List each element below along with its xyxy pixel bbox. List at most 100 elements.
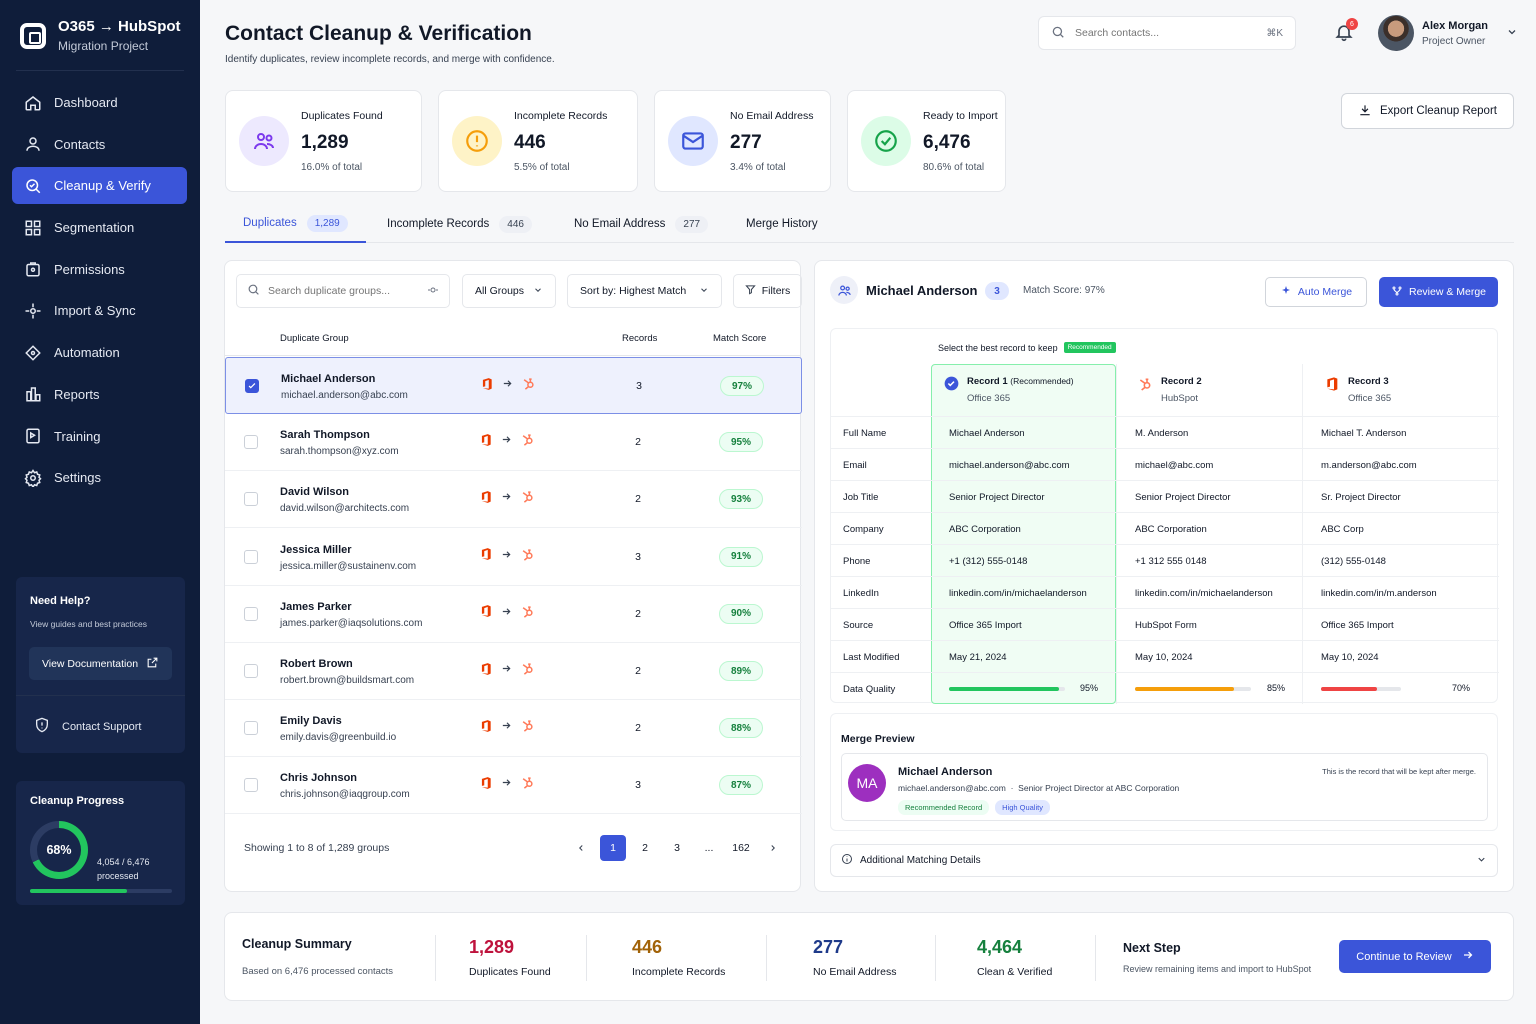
search-contacts[interactable]: ⌘K [1038,16,1296,50]
sidebar-item-settings[interactable]: Settings [12,459,187,496]
tab-merge-history[interactable]: Merge History [746,205,818,243]
record-3-header[interactable]: Record 3 Office 365 [1324,376,1391,404]
table-row[interactable]: Jessica Miller jessica.miller@sustainenv.… [225,529,802,586]
quality-fill-1 [949,687,1060,691]
external-link-icon [146,656,159,672]
record-comparison: Select the best record to keep Recommend… [830,328,1499,704]
auto-merge-button[interactable]: Auto Merge [1265,277,1367,307]
row-checkbox[interactable] [244,664,258,678]
quality-bar-3 [1321,687,1401,691]
search-contacts-input[interactable] [1075,27,1257,39]
scan-icon[interactable] [427,284,439,299]
hubspot-icon [521,376,536,394]
row-name: David Wilson [280,486,349,499]
sidebar-item-label: Training [54,428,101,444]
table-row[interactable]: Chris Johnson chris.johnson@iaqgroup.com 3… [225,757,802,815]
group-filter-dropdown[interactable]: All Groups [462,274,556,308]
row-checkbox[interactable] [244,778,258,793]
sidebar-item-dashboard[interactable]: Dashboard [12,84,187,121]
row-checkbox[interactable] [244,606,258,621]
table-row[interactable]: Michael Anderson michael.anderson@abc.com… [225,357,802,414]
tab-no-email-address[interactable]: No Email Address 277 [574,205,709,243]
hubspot-icon [520,775,535,793]
page-2-button[interactable]: 2 [629,835,661,861]
user-menu[interactable]: Alex Morgan Project Owner [1378,15,1518,51]
hubspot-icon [520,661,535,679]
quality-pct-2: 85% [1267,683,1286,693]
arrow-right-icon [501,434,512,448]
cleanup-summary-bar: Cleanup Summary Based on 6,476 processed… [224,912,1514,1001]
field-value-record-1: Senior Project Director [949,492,1045,503]
page-3-button[interactable]: 3 [661,835,693,861]
sidebar-item-import-sync[interactable]: Import & Sync [12,292,187,329]
record-1-header[interactable]: Record 1 (Recommended) Office 365 [944,376,1074,404]
table-row[interactable]: James Parker james.parker@iaqsolutions.co… [225,586,802,643]
review-merge-button[interactable]: Review & Merge [1379,277,1498,307]
duplicate-search-input[interactable] [268,285,419,297]
row-checkbox[interactable] [244,435,258,450]
sidebar-item-automation[interactable]: Automation [12,334,187,371]
sidebar-item-segmentation[interactable]: Segmentation [12,209,187,246]
radio-selected-icon[interactable] [944,376,959,394]
row-source-icons [479,718,535,736]
record-2-header[interactable]: Record 2 HubSpot [1137,376,1202,404]
field-label: Company [843,524,884,535]
summary-title: Cleanup Summary [242,937,352,951]
stat-percent: 3.4% of total [730,162,786,173]
help-subtitle: View guides and best practices [30,619,148,629]
page-162-button[interactable]: 162 [725,835,757,861]
record-2-source: HubSpot [1161,393,1198,404]
row-checkbox[interactable] [244,721,258,736]
preview-details: michael.anderson@abc.com · Senior Projec… [898,783,1179,793]
brand[interactable]: O365 → HubSpot Migration Project [20,18,181,53]
sidebar-item-permissions[interactable]: Permissions [12,251,187,288]
field-value-record-1: michael.anderson@abc.com [949,460,1070,471]
contact-support-link[interactable]: Contact Support [34,717,142,736]
export-cleanup-report-button[interactable]: Export Cleanup Report [1341,93,1514,129]
sidebar-item-cleanup-verify[interactable]: Cleanup & Verify [12,167,187,205]
view-documentation-button[interactable]: View Documentation [29,647,172,680]
summary-incomplete-label: Incomplete Records [632,966,726,978]
row-source-icons [479,432,535,450]
table-row[interactable]: David Wilson david.wilson@architects.com 2… [225,471,802,529]
next-page-button[interactable] [757,835,789,861]
duplicate-groups-panel: All Groups Sort by: Highest Match Filter… [224,260,802,892]
office365-icon [479,776,493,793]
tab-duplicates[interactable]: Duplicates 1,289 [225,205,366,243]
merge-preview-title: Merge Preview [841,733,915,745]
table-row[interactable]: Robert Brown robert.brown@buildsmart.com 2… [225,643,802,700]
summary-divider [586,935,587,981]
stat-value: 277 [730,132,762,153]
office365-icon [479,662,493,679]
row-match-score: 89% [719,661,763,681]
row-checkbox[interactable] [244,492,258,507]
filters-button[interactable]: Filters [733,274,802,308]
prev-page-button[interactable] [565,835,597,861]
record-1-source: Office 365 [967,393,1011,404]
auto-merge-label: Auto Merge [1297,286,1353,298]
cleanup-progress-title: Cleanup Progress [30,795,125,807]
page-1-button[interactable]: 1 [600,835,626,861]
row-name: Jessica Miller [280,543,352,556]
high-quality-tag: High Quality [995,800,1050,815]
preview-tags: Recommended Record High Quality [898,800,1050,815]
table-row[interactable]: Sarah Thompson sarah.thompson@xyz.com 2 95% [225,414,802,472]
sidebar-item-reports[interactable]: Reports [12,376,187,413]
additional-matching-details-toggle[interactable]: Additional Matching Details [830,844,1498,877]
continue-to-review-button[interactable]: Continue to Review [1339,940,1491,973]
sort-dropdown[interactable]: Sort by: Highest Match [567,274,722,308]
tab-incomplete-records[interactable]: Incomplete Records 446 [387,205,532,243]
row-checkbox[interactable] [245,379,259,393]
notifications-button[interactable]: 6 [1334,18,1358,44]
pagination-summary: Showing 1 to 8 of 1,289 groups [244,842,390,854]
column-header-records: Records [622,333,658,344]
table-row[interactable]: Emily Davis emily.davis@greenbuild.io 2 88% [225,700,802,758]
row-checkbox[interactable] [244,549,258,564]
record-3-title: Record 3 [1348,376,1389,387]
summary-divider [766,935,767,981]
duplicate-search[interactable] [236,274,450,308]
arrow-right-icon [502,378,513,392]
row-email: emily.davis@greenbuild.io [280,732,397,744]
sidebar-item-contacts[interactable]: Contacts [12,126,187,163]
sidebar-item-training[interactable]: Training [12,418,187,455]
